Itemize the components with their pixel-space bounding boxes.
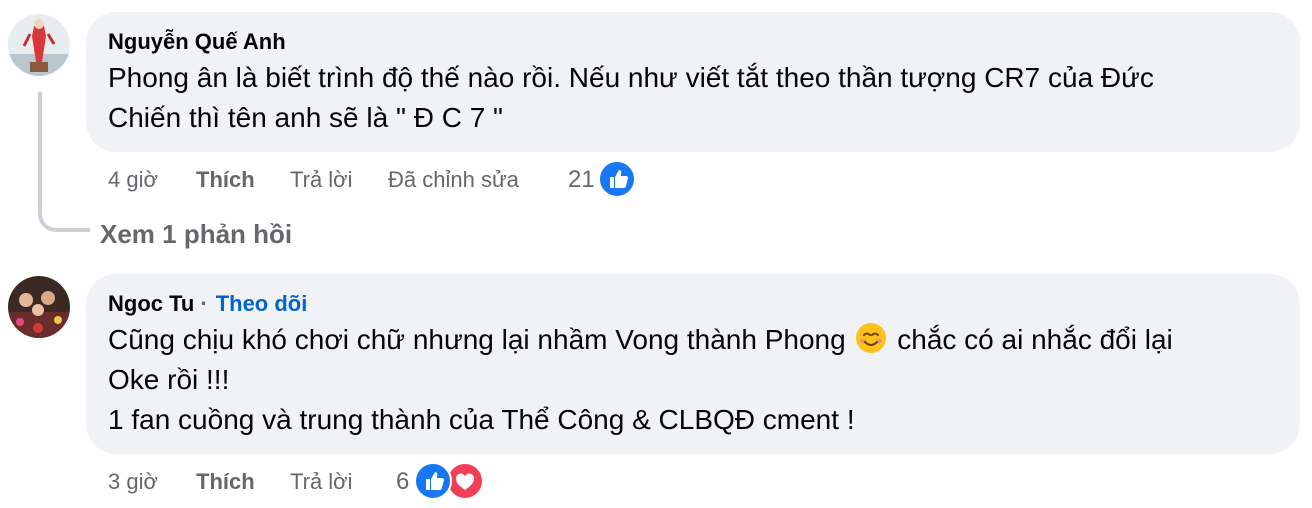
comment-text-part: chắc có ai nhắc đổi lại bbox=[897, 324, 1173, 355]
comment-author[interactable]: Ngoc Tu bbox=[108, 291, 194, 316]
comment-text-line: Cũng chịu khó chơi chữ nhưng lại nhầm Vo… bbox=[108, 320, 1278, 360]
like-reaction-icon[interactable] bbox=[598, 160, 636, 198]
avatar-image bbox=[8, 276, 70, 338]
comment-actions: 3 giờ Thích Trả lời 6 bbox=[0, 462, 700, 500]
reply-button[interactable]: Trả lời bbox=[290, 468, 353, 496]
reaction-count[interactable]: 6 bbox=[396, 468, 409, 496]
avatar-ngoc-tu[interactable] bbox=[8, 276, 70, 338]
like-button[interactable]: Thích bbox=[196, 468, 255, 496]
like-reaction-icon[interactable] bbox=[414, 462, 452, 500]
comment-author[interactable]: Nguyễn Quế Anh bbox=[108, 28, 1278, 56]
avatar-image bbox=[8, 14, 70, 76]
separator-dot: · bbox=[200, 291, 208, 316]
comment-bubble: Ngoc Tu · Theo dõi Cũng chịu khó chơi chữ … bbox=[86, 274, 1300, 454]
comment-text-part: Cũng chịu khó chơi chữ nhưng lại nhầm Vo… bbox=[108, 324, 846, 355]
comment-text-line: Phong ân là biết trình độ thế nào rồi. N… bbox=[108, 62, 1154, 93]
edited-label[interactable]: Đã chỉnh sửa bbox=[388, 166, 519, 194]
smiling-emoji-icon bbox=[856, 323, 887, 353]
reaction-count[interactable]: 21 bbox=[568, 166, 595, 194]
comment-time[interactable]: 4 giờ bbox=[108, 166, 158, 194]
reply-button[interactable]: Trả lời bbox=[290, 166, 353, 194]
avatar-nguyen-que-anh[interactable] bbox=[8, 14, 70, 76]
view-replies-link[interactable]: Xem 1 phản hồi bbox=[100, 216, 292, 252]
follow-link[interactable]: Theo dõi bbox=[216, 291, 308, 316]
comment-header: Ngoc Tu · Theo dõi bbox=[108, 290, 1278, 318]
reply-thread-connector bbox=[38, 92, 90, 232]
comment-text-line: Oke rồi !!! bbox=[108, 364, 230, 395]
like-button[interactable]: Thích bbox=[196, 166, 255, 194]
comment-text-line: Chiến thì tên anh sẽ là " Đ C 7 " bbox=[108, 102, 503, 133]
comment-text-line: 1 fan cuồng và trung thành của Thể Công … bbox=[108, 404, 855, 435]
comment-actions: 4 giờ Thích Trả lời Đã chỉnh sửa 21 bbox=[0, 160, 700, 198]
comment-time[interactable]: 3 giờ bbox=[108, 468, 158, 496]
comment-bubble: Nguyễn Quế Anh Phong ân là biết trình độ… bbox=[86, 12, 1300, 152]
